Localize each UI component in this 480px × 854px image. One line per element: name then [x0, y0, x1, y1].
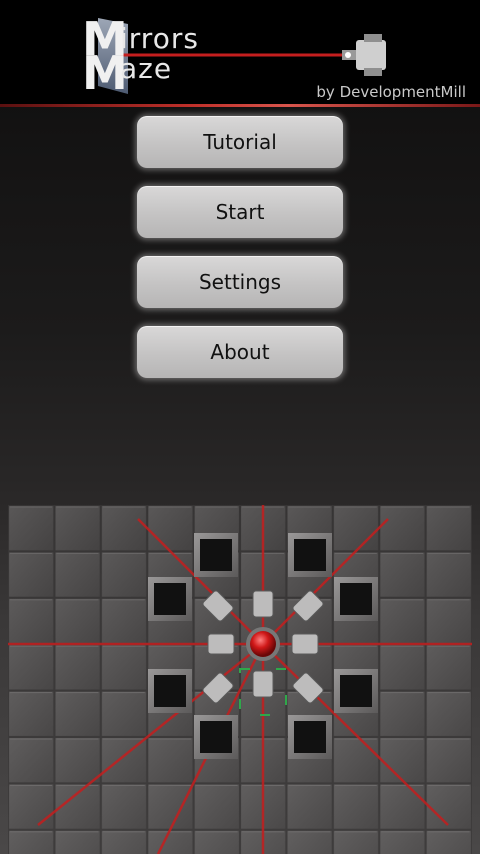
developer-byline: by DevelopmentMill [316, 83, 466, 101]
laser-emitter-icon [342, 34, 386, 76]
decorative-game-board [8, 505, 472, 854]
header-divider [0, 104, 480, 107]
start-button-label: Start [215, 200, 265, 224]
settings-button[interactable]: Settings [137, 256, 343, 308]
tutorial-button[interactable]: Tutorial [137, 116, 343, 168]
about-button[interactable]: About [137, 326, 343, 378]
tutorial-button-label: Tutorial [203, 130, 277, 154]
main-menu-screen: M M irrors aze by DevelopmentMill Tutori… [0, 0, 480, 854]
start-button[interactable]: Start [137, 186, 343, 238]
about-button-label: About [210, 340, 270, 364]
title-header: M M irrors aze by DevelopmentMill [0, 0, 480, 104]
settings-button-label: Settings [198, 270, 282, 294]
logo-word-mirrors: irrors [120, 22, 199, 55]
logo-word-maze: aze [120, 52, 173, 85]
board-graphic [8, 505, 472, 854]
board-floor [8, 505, 472, 854]
red-core-icon [250, 631, 276, 657]
